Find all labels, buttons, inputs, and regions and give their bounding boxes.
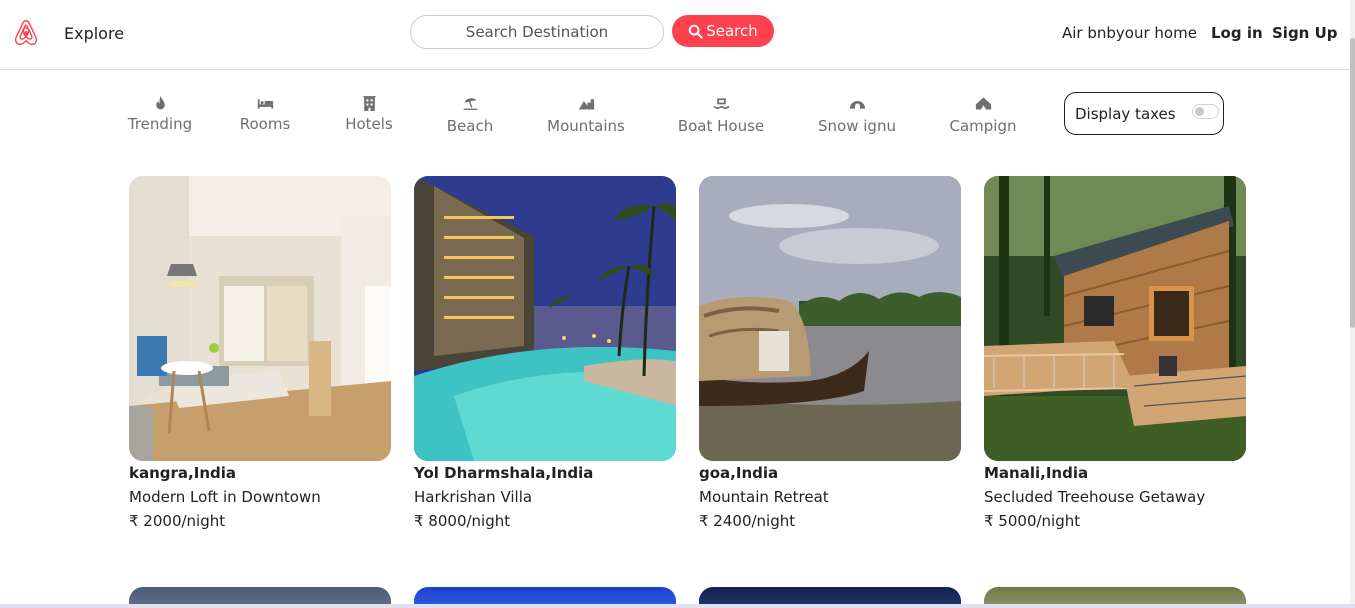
- tax-switch[interactable]: [1192, 104, 1219, 119]
- tax-toggle-label: Display taxes: [1075, 104, 1176, 123]
- listing-image[interactable]: [414, 176, 676, 461]
- explore-link[interactable]: Explore: [64, 24, 124, 43]
- filter-beach[interactable]: Beach: [440, 95, 500, 135]
- resort-pool-image: [414, 176, 676, 461]
- filter-label: Snow ignu: [818, 117, 896, 135]
- filter-mountains[interactable]: Mountains: [543, 95, 629, 135]
- listing-image[interactable]: [699, 176, 961, 461]
- listing-card[interactable]: Manali,India Secluded Treehouse Getaway …: [984, 176, 1246, 533]
- listing-price: ₹ 5000/night: [984, 512, 1081, 530]
- scrollbar-thumb[interactable]: [1350, 38, 1355, 328]
- filter-label: Rooms: [239, 115, 291, 133]
- filter-rooms[interactable]: Rooms: [233, 95, 297, 133]
- bed-icon: [233, 95, 297, 113]
- fire-icon: [125, 95, 195, 113]
- filter-campign[interactable]: Campign: [944, 95, 1022, 135]
- filter-snow-ignu[interactable]: Snow ignu: [814, 95, 900, 135]
- login-link[interactable]: Log in: [1211, 24, 1263, 42]
- umbrella-beach-icon: [440, 95, 500, 113]
- listing-card[interactable]: Yol Dharmshala,India Harkrishan Villa ₹ …: [414, 176, 676, 533]
- mountain-city-icon: [543, 95, 629, 113]
- listing-image[interactable]: [984, 176, 1246, 461]
- igloo-icon: [814, 95, 900, 113]
- water-ladder-icon: [673, 95, 769, 113]
- bottom-edge: [0, 604, 1355, 608]
- listing-card[interactable]: goa,India Mountain Retreat ₹ 2400/night: [699, 176, 961, 533]
- listing-location: Manali,India: [984, 464, 1089, 482]
- listing-location: kangra,India: [129, 464, 236, 482]
- filter-label: Beach: [446, 117, 494, 135]
- hotel-icon: [339, 95, 399, 113]
- signup-link[interactable]: Sign Up: [1272, 24, 1338, 42]
- filter-trending[interactable]: Trending: [125, 95, 195, 133]
- filter-label: Boat House: [677, 117, 765, 135]
- filter-label: Campign: [949, 117, 1017, 135]
- listing-title: Secluded Treehouse Getaway: [984, 488, 1206, 506]
- hotel-room-image: [129, 176, 391, 461]
- listing-title: Mountain Retreat: [699, 488, 829, 506]
- listing-price: ₹ 2000/night: [129, 512, 226, 530]
- filter-label: Hotels: [345, 115, 393, 133]
- listing-location: Yol Dharmshala,India: [414, 464, 594, 482]
- airbnb-logo-icon[interactable]: [12, 18, 40, 48]
- tax-toggle[interactable]: Display taxes: [1064, 92, 1224, 135]
- filter-label: Mountains: [547, 117, 625, 135]
- listing-card[interactable]: kangra,India Modern Loft in Downtown ₹ 2…: [129, 176, 391, 533]
- treehouse-image: [984, 176, 1246, 461]
- listing-image[interactable]: [129, 176, 391, 461]
- filter-hotels[interactable]: Hotels: [339, 95, 399, 133]
- listing-title: Harkrishan Villa: [414, 488, 533, 506]
- search-button[interactable]: Search: [672, 15, 774, 47]
- listing-price: ₹ 8000/night: [414, 512, 511, 530]
- listing-location: goa,India: [699, 464, 779, 482]
- search-input[interactable]: [410, 15, 664, 49]
- switch-knob: [1195, 107, 1204, 116]
- filter-boat-house[interactable]: Boat House: [673, 95, 769, 135]
- search-icon: [688, 24, 703, 39]
- host-link[interactable]: Air bnbyour home: [1062, 24, 1197, 42]
- filter-label: Trending: [127, 115, 193, 133]
- campground-icon: [944, 95, 1022, 113]
- houseboat-image: [699, 176, 961, 461]
- navbar: Explore Search Air bnbyour home Log in S…: [0, 0, 1355, 70]
- search-button-label: Search: [706, 22, 758, 40]
- listing-price: ₹ 2400/night: [699, 512, 796, 530]
- listing-title: Modern Loft in Downtown: [129, 488, 321, 506]
